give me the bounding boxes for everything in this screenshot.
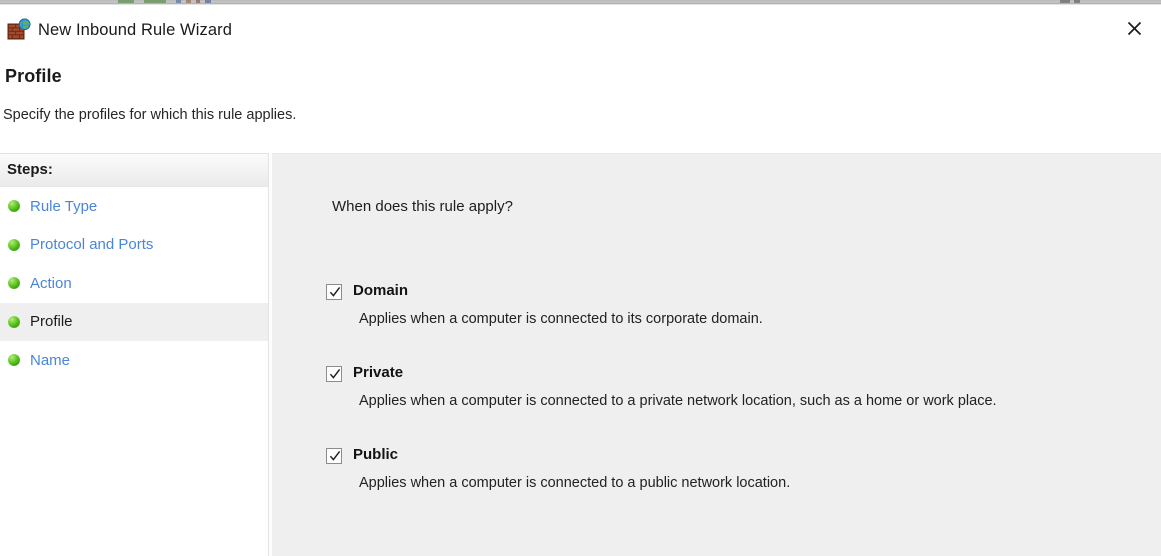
page-header: Profile Specify the profiles for which t…	[0, 53, 1161, 153]
new-inbound-rule-wizard-window: New Inbound Rule Wizard Profile Specify …	[0, 0, 1161, 556]
title-bar: New Inbound Rule Wizard	[0, 5, 1161, 53]
sidebar-item-label: Rule Type	[30, 197, 98, 215]
sidebar-item-label: Protocol and Ports	[30, 236, 154, 254]
content-panel: When does this rule apply? Domain Applie…	[272, 153, 1161, 556]
sidebar-item-rule-type[interactable]: Rule Type	[0, 187, 268, 226]
domain-label: Domain	[353, 282, 409, 299]
public-description: Applies when a computer is connected to …	[359, 475, 791, 491]
domain-description: Applies when a computer is connected to …	[359, 311, 763, 327]
window-title: New Inbound Rule Wizard	[38, 21, 232, 39]
sidebar-item-label: Profile	[30, 313, 73, 331]
content-question: When does this rule apply?	[332, 198, 513, 215]
checkmark-icon	[329, 368, 341, 379]
page-subtitle: Specify the profiles for which this rule…	[3, 107, 297, 123]
sidebar-item-profile[interactable]: Profile	[0, 302, 268, 341]
green-bullet-icon	[8, 200, 20, 213]
domain-checkbox-row[interactable]: Domain	[326, 282, 763, 304]
steps-header-label: Steps:	[7, 161, 53, 178]
close-icon[interactable]	[1107, 5, 1161, 51]
profile-option-public: Public Applies when a computer is connec…	[326, 446, 790, 493]
sidebar-item-protocol-and-ports[interactable]: Protocol and Ports	[0, 226, 268, 265]
green-bullet-icon	[8, 354, 20, 367]
step-list: Rule Type Protocol and Ports Action Prof…	[0, 187, 268, 380]
domain-checkbox[interactable]	[326, 284, 342, 300]
green-bullet-icon	[8, 277, 20, 290]
green-bullet-icon	[8, 315, 20, 328]
firewall-globe-icon	[7, 18, 31, 42]
private-description: Applies when a computer is connected to …	[359, 393, 997, 409]
checkmark-icon	[329, 286, 341, 297]
sidebar-item-label: Name	[30, 351, 71, 369]
private-checkbox[interactable]	[326, 366, 342, 382]
steps-sidebar: Steps: Rule Type Protocol and Ports Acti…	[0, 153, 268, 556]
profile-option-domain: Domain Applies when a computer is connec…	[326, 282, 763, 329]
close-x-glyph	[1127, 21, 1141, 35]
sidebar-item-action[interactable]: Action	[0, 264, 268, 303]
public-checkbox[interactable]	[326, 448, 342, 464]
checkmark-icon	[329, 450, 341, 461]
wizard-body: Steps: Rule Type Protocol and Ports Acti…	[0, 153, 1161, 556]
page-title: Profile	[5, 66, 62, 86]
sidebar-item-label: Action	[30, 274, 72, 292]
steps-header: Steps:	[0, 154, 268, 187]
private-checkbox-row[interactable]: Private	[326, 364, 997, 386]
sidebar-item-name[interactable]: Name	[0, 341, 268, 380]
green-bullet-icon	[8, 238, 20, 251]
private-label: Private	[353, 364, 404, 381]
profile-option-private: Private Applies when a computer is conne…	[326, 364, 997, 411]
public-label: Public	[353, 446, 399, 463]
public-checkbox-row[interactable]: Public	[326, 446, 790, 468]
